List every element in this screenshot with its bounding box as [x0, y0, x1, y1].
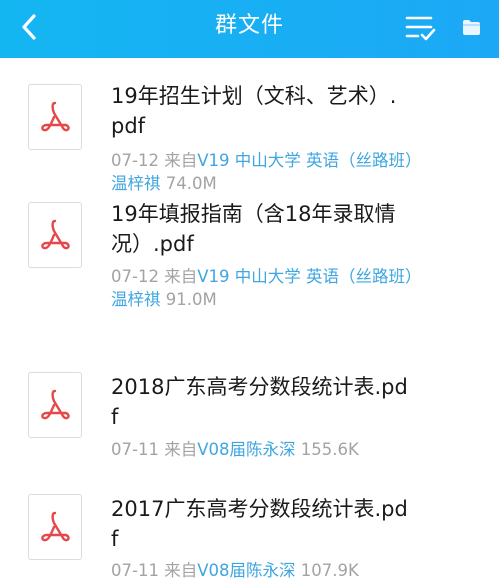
- top-bar: 群文件: [0, 0, 499, 58]
- file-name: 2017广东高考分数段统计表.pdf: [111, 497, 408, 551]
- from-label: 来自: [164, 151, 198, 170]
- from-label: 来自: [164, 267, 198, 286]
- file-item[interactable]: 19年填报指南（含18年录取情况）.pdf 07-12 来自V19 中山大学 英…: [0, 176, 499, 309]
- file-date: 07-11: [111, 561, 159, 580]
- pdf-file-icon: [28, 202, 82, 268]
- file-item[interactable]: 19年招生计划（文科、艺术）.pdf 07-12 来自V19 中山大学 英语（丝…: [0, 58, 499, 193]
- from-label: 来自: [164, 561, 198, 580]
- file-date: 07-12: [111, 151, 159, 170]
- file-list-button[interactable]: [404, 12, 438, 44]
- file-date: 07-12: [111, 267, 159, 286]
- folder-icon: [458, 14, 484, 40]
- file-name: 19年招生计划（文科、艺术）.pdf: [111, 84, 397, 138]
- file-item[interactable]: 2017广东高考分数段统计表.pdf 07-11 来自V08届陈永深 107.9…: [0, 412, 499, 580]
- file-size: 107.9K: [300, 561, 359, 580]
- uploader-link[interactable]: V08届陈永深: [197, 561, 295, 580]
- file-item[interactable]: 2018广东高考分数段统计表.pdf 07-11 来自V08届陈永深 155.6…: [0, 294, 499, 459]
- pdf-file-icon: [28, 84, 82, 150]
- file-name: 19年填报指南（含18年录取情况）.pdf: [111, 202, 396, 256]
- checklist-icon: [404, 12, 438, 44]
- pdf-file-icon: [28, 494, 82, 560]
- folder-button[interactable]: [458, 14, 484, 40]
- file-meta: 07-11 来自V08届陈永深 107.9K: [111, 559, 421, 582]
